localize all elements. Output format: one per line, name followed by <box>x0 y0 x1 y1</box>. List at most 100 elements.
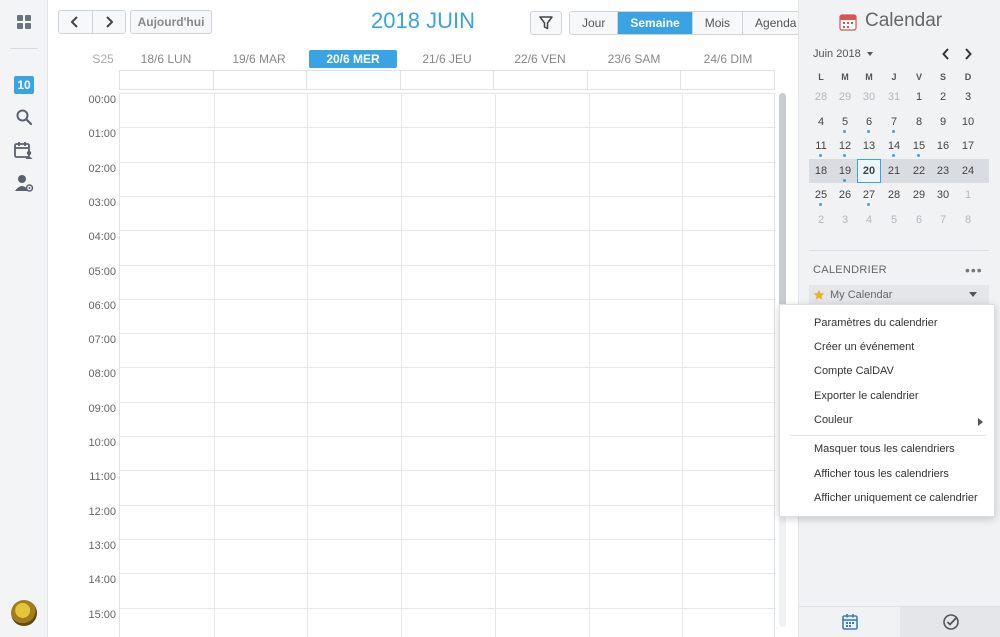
filter-button[interactable] <box>530 11 562 35</box>
view-tab-mois[interactable]: Mois <box>691 12 743 34</box>
menu-item[interactable]: Couleur <box>814 414 853 426</box>
mini-day-number: 28 <box>814 91 828 103</box>
all-day-cell[interactable] <box>586 71 681 89</box>
mini-calendar-day[interactable]: 9 <box>931 110 955 134</box>
apps-grid-icon[interactable] <box>12 10 36 34</box>
next-week-button[interactable] <box>91 11 126 33</box>
all-day-cell[interactable] <box>399 71 494 89</box>
hour-line <box>120 93 776 94</box>
calendar-person-icon[interactable] <box>12 138 36 162</box>
mini-calendar-month: Juin 2018 <box>813 48 861 60</box>
prev-week-button[interactable] <box>59 11 92 33</box>
all-day-cell[interactable] <box>120 71 213 89</box>
mini-calendar-day[interactable]: 3 <box>833 208 857 232</box>
search-icon[interactable] <box>12 105 36 129</box>
hour-line <box>120 504 776 506</box>
mini-calendar-day[interactable]: 8 <box>956 208 980 232</box>
mini-calendar-day[interactable]: 23 <box>931 159 955 183</box>
mini-next-month-button[interactable] <box>961 46 975 62</box>
mini-day-number: 25 <box>814 189 828 201</box>
day-header[interactable]: 20/6 MER <box>309 50 397 68</box>
mini-calendar-day[interactable]: 1 <box>956 183 980 207</box>
mini-calendar-day[interactable]: 7 <box>931 208 955 232</box>
day-header[interactable]: 21/6 JEU <box>400 50 494 68</box>
mini-calendar-day[interactable]: 13 <box>857 134 881 158</box>
mini-calendar-day[interactable]: 17 <box>956 134 980 158</box>
mini-calendar-week: 11 12 13 14 15 16 17 <box>809 134 989 158</box>
hour-label: 14:00 <box>88 574 116 587</box>
day-header[interactable]: 24/6 DIM <box>681 50 775 68</box>
mini-calendar-day[interactable]: 30 <box>931 183 955 207</box>
hour-label: 15:00 <box>88 608 116 621</box>
mini-prev-month-button[interactable] <box>939 46 953 62</box>
menu-item[interactable]: Afficher uniquement ce calendrier <box>814 492 978 504</box>
tasks-tab[interactable] <box>900 607 1000 637</box>
mini-calendar-day[interactable]: 6 <box>907 208 931 232</box>
menu-item[interactable]: Exporter le calendrier <box>814 390 919 402</box>
mini-calendar-day[interactable]: 31 <box>882 85 906 109</box>
mini-calendar-day[interactable]: 24 <box>956 159 980 183</box>
menu-item[interactable]: Compte CalDAV <box>814 365 894 377</box>
day-header[interactable]: 19/6 MAR <box>212 50 306 68</box>
calendar-tab[interactable] <box>799 607 900 637</box>
mini-calendar-day[interactable]: 3 <box>956 85 980 109</box>
mini-calendar-day[interactable]: 10 <box>956 110 980 134</box>
calendar-date-icon[interactable]: 10 <box>14 76 34 94</box>
day-header[interactable]: 23/6 SAM <box>587 50 681 68</box>
mini-calendar-day[interactable]: 2 <box>809 208 833 232</box>
mini-calendar-day[interactable]: 29 <box>907 183 931 207</box>
calendar-section-more-button[interactable]: ••• <box>965 262 983 278</box>
mini-day-number: 19 <box>838 164 852 177</box>
avatar[interactable] <box>11 600 37 626</box>
mini-calendar-day[interactable]: 4 <box>809 110 833 134</box>
menu-item[interactable]: Afficher tous les calendriers <box>814 468 949 480</box>
mini-calendar-day[interactable]: 8 <box>907 110 931 134</box>
today-button[interactable]: Aujourd'hui <box>130 10 212 34</box>
mini-calendar-day[interactable]: 6 <box>857 110 881 134</box>
mini-calendar-day[interactable]: 27 <box>857 183 881 207</box>
mini-calendar-day[interactable]: 15 <box>907 134 931 158</box>
mini-calendar-day[interactable]: 5 <box>882 208 906 232</box>
day-header[interactable]: 18/6 LUN <box>119 50 213 68</box>
view-tab-semaine[interactable]: Semaine <box>617 12 692 34</box>
mini-calendar-day[interactable]: 16 <box>931 134 955 158</box>
mini-calendar-day[interactable]: 1 <box>907 85 931 109</box>
all-day-cell[interactable] <box>680 71 774 89</box>
menu-item[interactable]: Paramètres du calendrier <box>814 317 938 329</box>
all-day-cell[interactable] <box>212 71 307 89</box>
mini-calendar-day[interactable]: 4 <box>857 208 881 232</box>
mini-calendar-day[interactable]: 28 <box>882 183 906 207</box>
mini-calendar-month-selector[interactable]: Juin 2018 <box>813 48 873 60</box>
hour-label: 04:00 <box>88 231 116 244</box>
mini-calendar-day[interactable]: 26 <box>833 183 857 207</box>
event-dot <box>892 129 895 133</box>
time-grid[interactable] <box>119 93 776 637</box>
mini-calendar-day[interactable]: 12 <box>833 134 857 158</box>
day-header[interactable]: 22/6 VEN <box>493 50 587 68</box>
mini-calendar-day[interactable]: 5 <box>833 110 857 134</box>
my-calendar-item[interactable]: My Calendar <box>809 285 989 305</box>
mini-calendar-day[interactable]: 22 <box>907 159 931 183</box>
mini-calendar-day[interactable]: 30 <box>857 85 881 109</box>
mini-calendar-day[interactable]: 18 <box>809 159 833 183</box>
mini-calendar-day[interactable]: 7 <box>882 110 906 134</box>
mini-calendar-day[interactable]: 11 <box>809 134 833 158</box>
mini-calendar-day[interactable]: 2 <box>931 85 955 109</box>
mini-weekday-header: J <box>891 72 897 82</box>
mini-calendar-day[interactable]: 29 <box>833 85 857 109</box>
menu-item[interactable]: Masquer tous les calendriers <box>814 443 955 455</box>
user-settings-icon[interactable] <box>12 171 36 195</box>
view-tab-jour[interactable]: Jour <box>570 12 618 34</box>
mini-day-number: 29 <box>912 189 926 201</box>
mini-calendar-day[interactable]: 25 <box>809 183 833 207</box>
scrollbar-thumb[interactable] <box>779 93 786 333</box>
caret-down-icon[interactable] <box>969 292 977 297</box>
all-day-cell[interactable] <box>306 71 400 89</box>
mini-calendar-day[interactable]: 19 <box>833 159 857 183</box>
mini-calendar-day[interactable]: 28 <box>809 85 833 109</box>
mini-calendar-day[interactable]: 14 <box>882 134 906 158</box>
mini-calendar-day[interactable]: 21 <box>882 159 906 183</box>
mini-calendar-day[interactable]: 20 <box>857 158 881 183</box>
menu-item[interactable]: Créer un événement <box>814 341 914 353</box>
all-day-cell[interactable] <box>493 71 587 89</box>
